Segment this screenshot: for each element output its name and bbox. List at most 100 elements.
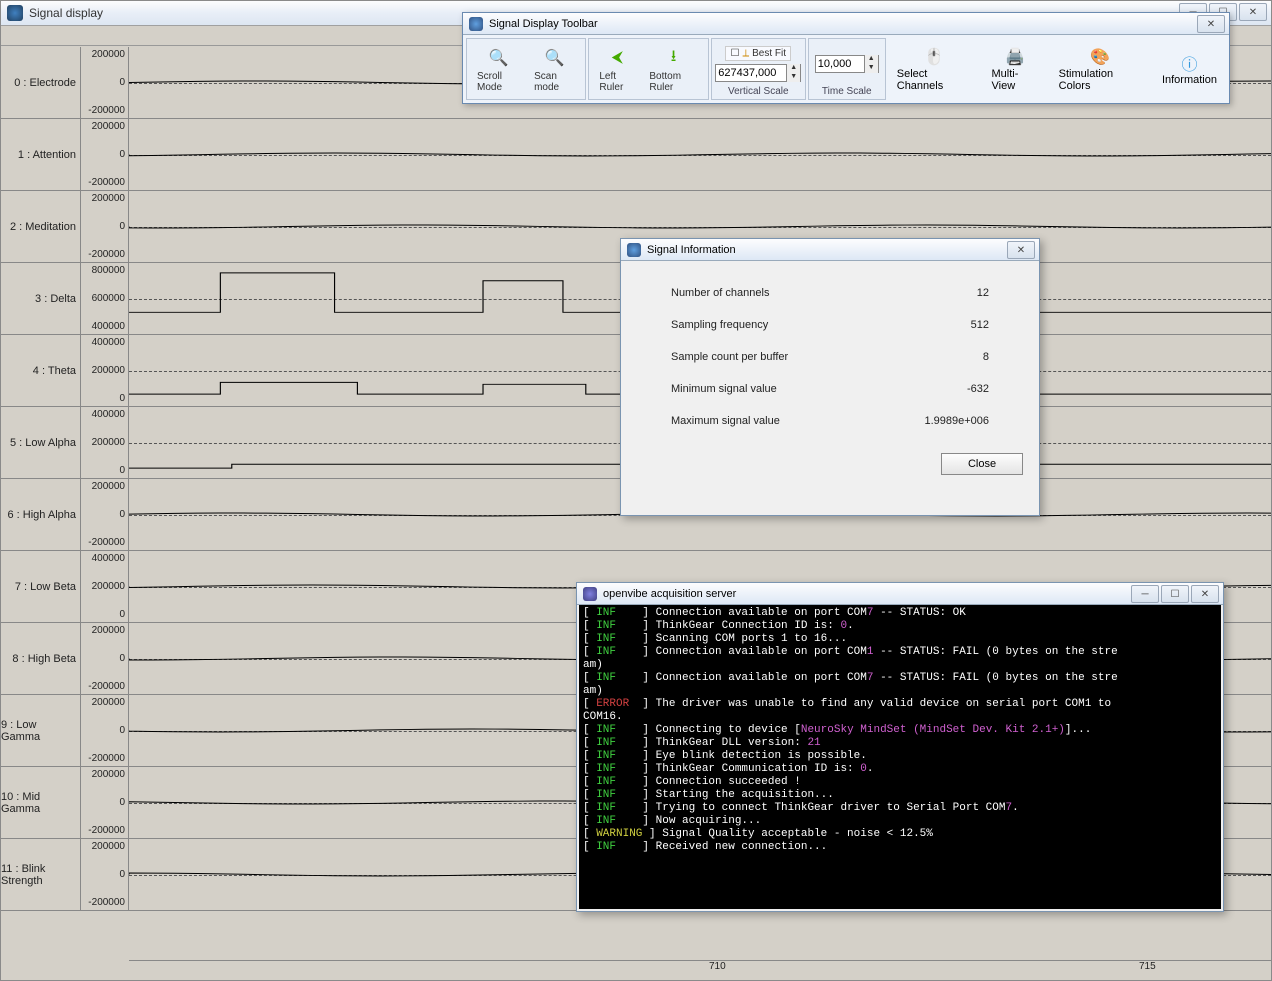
scale-tick: -200000 — [88, 537, 125, 548]
toolbar-title: Signal Display Toolbar — [489, 18, 598, 30]
info-value: 8 — [983, 351, 989, 363]
scale-tick: 0 — [119, 393, 125, 404]
info-row: Sampling frequency512 — [651, 309, 1009, 341]
bottom-ruler-button[interactable]: ⭳ Bottom Ruler — [645, 45, 701, 95]
vertical-scale-input[interactable] — [716, 67, 786, 79]
scale-tick: -200000 — [88, 177, 125, 188]
info-close-x-button[interactable]: ✕ — [1007, 241, 1035, 259]
channel-label: 7 : Low Beta — [1, 551, 81, 622]
toolbar-close-button[interactable]: ✕ — [1197, 15, 1225, 33]
multiview-icon: 🖨️ — [1004, 46, 1026, 68]
time-scale-input[interactable] — [816, 58, 864, 70]
scale-tick: 0 — [119, 149, 125, 160]
info-value: 12 — [977, 287, 989, 299]
channel-scale: 2000000-200000 — [81, 623, 129, 694]
signal-display-title: Signal display — [29, 6, 103, 20]
scale-tick: -200000 — [88, 105, 125, 116]
info-dialog-icon — [627, 243, 641, 257]
scale-tick: 200000 — [92, 581, 125, 592]
toolbar-icon — [469, 17, 483, 31]
channel-row: 1 : Attention 200000 0 -200000 — [1, 119, 1271, 191]
magnify-icon: 🔍 — [488, 47, 510, 69]
spin-up[interactable]: ▲ — [864, 55, 878, 64]
multi-view-label: Multi-View — [992, 68, 1039, 92]
best-fit-checkbox[interactable]: ☐⟂Best Fit — [725, 46, 791, 61]
time-scale-label: Time Scale — [822, 86, 872, 97]
scale-tick: 400000 — [92, 553, 125, 564]
channel-scale: 2000000-200000 — [81, 767, 129, 838]
channel-label: 0 : Electrode — [1, 47, 81, 118]
console-title: openvibe acquisition server — [603, 588, 736, 600]
time-tick: 710 — [709, 961, 726, 972]
info-key: Maximum signal value — [671, 415, 780, 427]
info-row: Sample count per buffer8 — [651, 341, 1009, 373]
channel-label: 9 : Low Gamma — [1, 695, 81, 766]
console-maximize-button[interactable]: ☐ — [1161, 585, 1189, 603]
stimulation-colors-button[interactable]: 🎨 Stimulation Colors — [1049, 37, 1152, 101]
app-icon — [7, 5, 23, 21]
scale-tick: 0 — [119, 221, 125, 232]
scan-mode-button[interactable]: 🔍 Scan mode — [530, 45, 579, 95]
time-scale-spinner[interactable]: ▲▼ — [815, 55, 879, 73]
information-label: Information — [1162, 74, 1217, 86]
scale-tick: 0 — [119, 465, 125, 476]
scale-tick: 200000 — [92, 121, 125, 132]
scale-tick: 800000 — [92, 265, 125, 276]
scale-tick: -200000 — [88, 825, 125, 836]
scroll-mode-button[interactable]: 🔍 Scroll Mode — [473, 45, 524, 95]
console-close-button[interactable]: ✕ — [1191, 585, 1219, 603]
info-row: Minimum signal value-632 — [651, 373, 1009, 405]
channel-scale: 800000600000400000 — [81, 263, 129, 334]
info-titlebar[interactable]: Signal Information ✕ — [621, 239, 1039, 261]
scale-tick: 200000 — [92, 481, 125, 492]
channel-plot[interactable] — [129, 119, 1271, 190]
left-ruler-label: Left Ruler — [599, 71, 635, 93]
vertical-scale-spinner[interactable]: ▲▼ — [715, 64, 801, 82]
scan-mode-label: Scan mode — [534, 71, 575, 93]
info-key: Minimum signal value — [671, 383, 777, 395]
scale-tick: 200000 — [92, 49, 125, 60]
channel-label: 2 : Meditation — [1, 191, 81, 262]
scale-tick: 400000 — [92, 321, 125, 332]
console-output[interactable]: [ INF ] Connection available on port COM… — [579, 605, 1221, 909]
info-close-button[interactable]: Close — [941, 453, 1023, 475]
info-icon: ⓘ — [1178, 52, 1200, 74]
scale-tick: -200000 — [88, 681, 125, 692]
signal-toolbar-window: Signal Display Toolbar ✕ 🔍 Scroll Mode 🔍… — [462, 12, 1230, 104]
scale-tick: 400000 — [92, 409, 125, 420]
channel-label: 10 : Mid Gamma — [1, 767, 81, 838]
bottom-ruler-label: Bottom Ruler — [649, 71, 697, 93]
bottom-ruler-icon: ⭳ — [663, 47, 685, 69]
console-titlebar[interactable]: openvibe acquisition server ─ ☐ ✕ — [577, 583, 1223, 605]
console-minimize-button[interactable]: ─ — [1131, 585, 1159, 603]
spin-down[interactable]: ▼ — [786, 73, 800, 82]
scale-tick: 200000 — [92, 841, 125, 852]
channel-label: 5 : Low Alpha — [1, 407, 81, 478]
scale-tick: 0 — [119, 725, 125, 736]
scale-tick: 0 — [119, 797, 125, 808]
left-ruler-button[interactable]: ⮜ Left Ruler — [595, 45, 639, 95]
select-channels-button[interactable]: 🖱️ Select Channels — [887, 37, 982, 101]
spin-up[interactable]: ▲ — [786, 64, 800, 73]
channel-label: 11 : Blink Strength — [1, 839, 81, 910]
signal-info-dialog: Signal Information ✕ Number of channels1… — [620, 238, 1040, 516]
scale-tick: 0 — [119, 609, 125, 620]
spin-down[interactable]: ▼ — [864, 64, 878, 73]
vertical-scale-label: Vertical Scale — [728, 86, 789, 97]
toolbar-titlebar[interactable]: Signal Display Toolbar ✕ — [463, 13, 1229, 35]
scroll-mode-label: Scroll Mode — [477, 71, 520, 93]
info-row: Number of channels12 — [651, 277, 1009, 309]
information-button[interactable]: ⓘ Information — [1152, 37, 1227, 101]
scale-tick: 0 — [119, 77, 125, 88]
multi-view-button[interactable]: 🖨️ Multi-View — [982, 37, 1049, 101]
close-button[interactable]: ✕ — [1239, 3, 1267, 21]
colors-icon: 🎨 — [1089, 46, 1111, 68]
select-channels-label: Select Channels — [897, 68, 972, 92]
channel-scale: 2000000-200000 — [81, 839, 129, 910]
scale-tick: 200000 — [92, 193, 125, 204]
channel-scale: 2000000-200000 — [81, 479, 129, 550]
channel-label: 1 : Attention — [1, 119, 81, 190]
channel-scale: 200000 0 -200000 — [81, 119, 129, 190]
channel-scale: 4000002000000 — [81, 407, 129, 478]
info-value: 512 — [971, 319, 989, 331]
